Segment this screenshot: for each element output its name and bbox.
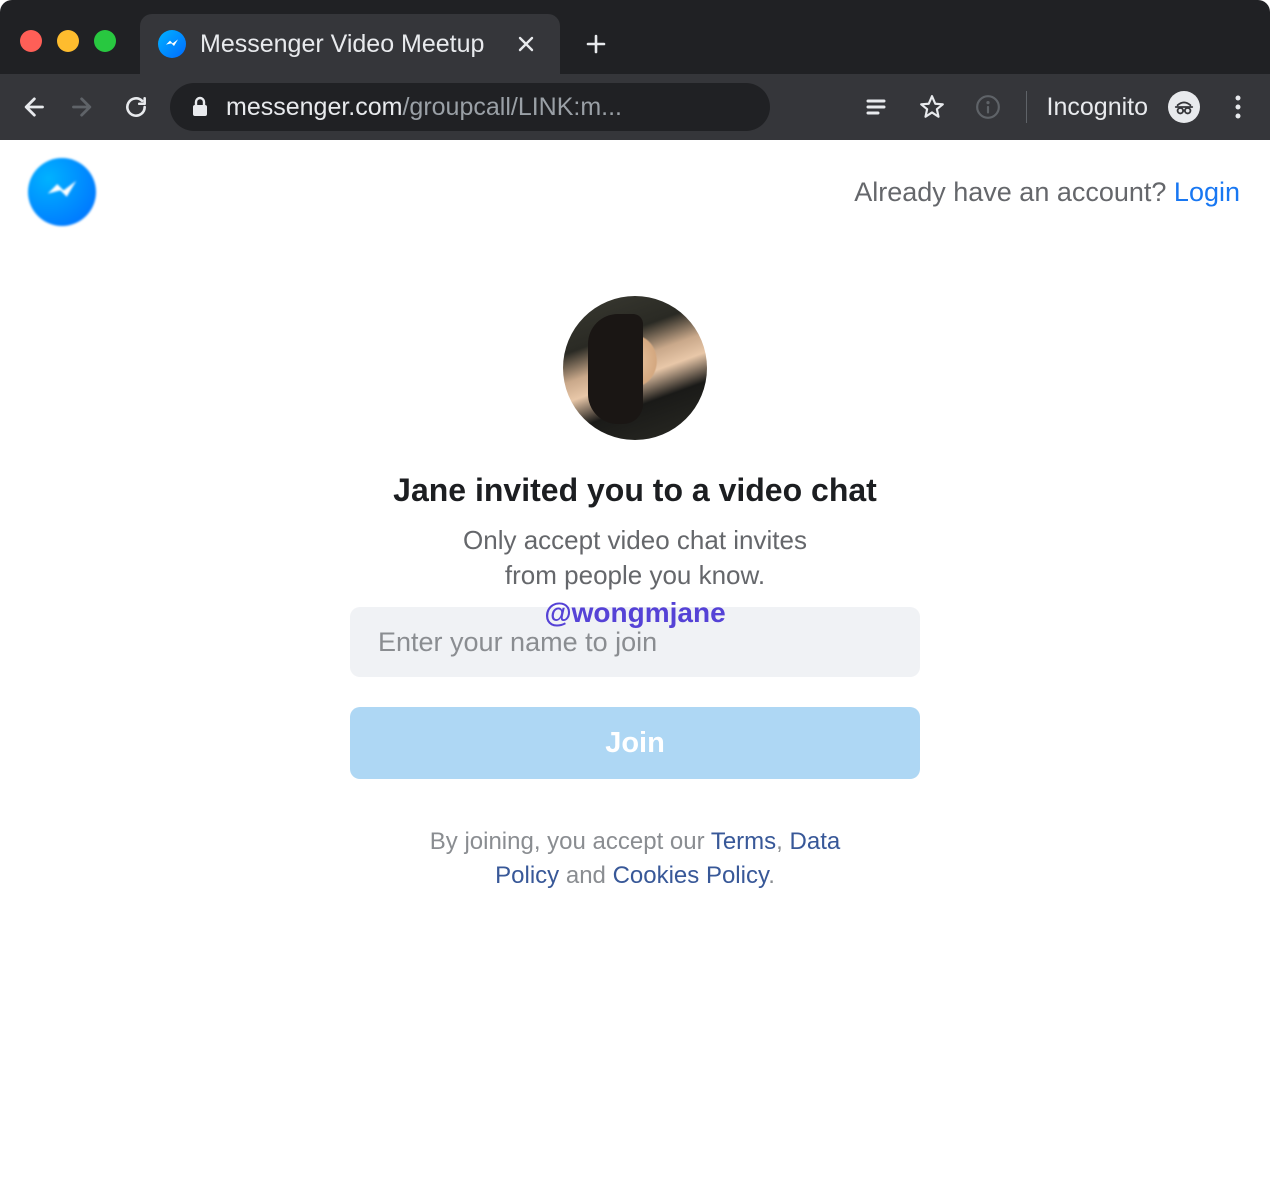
watermark-handle: @wongmjane: [544, 597, 725, 629]
separator: [1026, 91, 1027, 123]
browser-toolbar: messenger.com/groupcall/LINK:m... Incogn…: [0, 74, 1270, 140]
incognito-label: Incognito: [1047, 93, 1148, 122]
window-close-button[interactable]: [20, 30, 42, 52]
back-button[interactable]: [14, 89, 50, 125]
url-text: messenger.com/groupcall/LINK:m...: [226, 93, 622, 122]
incognito-icon: [1168, 91, 1200, 123]
window-maximize-button[interactable]: [94, 30, 116, 52]
page-header: Already have an account? Login: [0, 140, 1270, 226]
join-button[interactable]: Join: [350, 707, 920, 779]
tab-strip: Messenger Video Meetup: [140, 14, 608, 74]
invite-card: Jane invited you to a video chat Only ac…: [350, 296, 920, 892]
messenger-favicon-icon: [158, 30, 186, 58]
lock-icon: [190, 96, 210, 118]
invite-subtitle: Only accept video chat invites from peop…: [435, 523, 835, 593]
legal-text: By joining, you accept our Terms, Data P…: [395, 825, 875, 892]
window-minimize-button[interactable]: [57, 30, 79, 52]
new-tab-button[interactable]: [584, 32, 608, 56]
info-icon[interactable]: [970, 89, 1006, 125]
terms-link[interactable]: Terms: [711, 828, 776, 855]
tab-close-icon[interactable]: [510, 34, 542, 54]
browser-tab[interactable]: Messenger Video Meetup: [140, 14, 560, 74]
reader-icon[interactable]: [858, 89, 894, 125]
reload-button[interactable]: [118, 89, 154, 125]
address-bar[interactable]: messenger.com/groupcall/LINK:m...: [170, 83, 770, 131]
bookmark-star-icon[interactable]: [914, 89, 950, 125]
cookies-policy-link[interactable]: Cookies Policy: [613, 862, 769, 889]
inviter-avatar: [563, 296, 707, 440]
account-prompt: Already have an account? Login: [854, 177, 1240, 208]
invite-title: Jane invited you to a video chat: [393, 472, 877, 509]
forward-button[interactable]: [66, 89, 102, 125]
kebab-menu-icon[interactable]: [1220, 89, 1256, 125]
tab-bar: Messenger Video Meetup: [0, 0, 1270, 74]
page-content: Already have an account? Login Jane invi…: [0, 140, 1270, 1192]
window-controls: [20, 30, 116, 52]
messenger-logo-icon: [28, 158, 96, 226]
login-link[interactable]: Login: [1174, 177, 1240, 207]
tab-title: Messenger Video Meetup: [200, 30, 496, 59]
